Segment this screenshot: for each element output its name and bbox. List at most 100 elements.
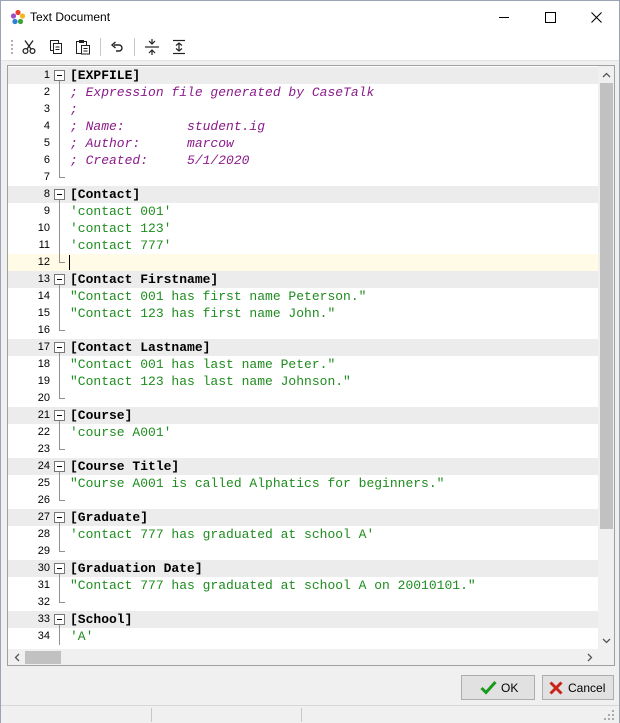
line-number: 9 — [43, 205, 50, 217]
line-number: 21 — [37, 409, 50, 421]
vertical-scrollbar[interactable] — [598, 66, 614, 649]
code-line[interactable]: 9 'contact 001' — [8, 203, 598, 220]
line-text: ; — [70, 102, 78, 117]
code-line[interactable]: 10 'contact 123' — [8, 220, 598, 237]
code-line[interactable]: 15 "Contact 123 has first name John." — [8, 305, 598, 322]
fold-toggle-icon[interactable] — [54, 274, 65, 285]
code-line[interactable]: 6 ; Created: 5/1/2020 — [8, 152, 598, 169]
maximize-button[interactable] — [527, 1, 573, 33]
line-text: [Course Title] — [70, 459, 180, 474]
fold-guide — [59, 424, 60, 441]
code-line[interactable]: 7 — [8, 169, 598, 186]
section-header-line[interactable]: 17 [Contact Lastname] — [8, 339, 598, 356]
collapse-all-button[interactable] — [141, 37, 163, 57]
scroll-up-button[interactable] — [598, 66, 614, 83]
scroll-down-button[interactable] — [598, 632, 614, 649]
line-text: "Contact 001 has last name Peter." — [70, 357, 336, 372]
section-header-line[interactable]: 13 [Contact Firstname] — [8, 271, 598, 288]
scroll-left-button[interactable] — [8, 649, 25, 665]
close-window-button[interactable] — [573, 1, 619, 33]
minimize-icon — [499, 17, 509, 18]
code-line[interactable]: 5 ; Author: marcow — [8, 135, 598, 152]
code-line[interactable]: 20 — [8, 390, 598, 407]
line-text: "Contact 777 has graduated at school A o… — [70, 578, 476, 593]
code-line[interactable]: 14 "Contact 001 has first name Peterson." — [8, 288, 598, 305]
fold-end-marker — [59, 330, 65, 331]
line-number: 29 — [37, 545, 50, 557]
line-text: "Contact 123 has first name John." — [70, 306, 336, 321]
line-text: [Contact] — [70, 187, 141, 202]
code-line[interactable]: 3; — [8, 101, 598, 118]
cut-button[interactable] — [18, 37, 40, 57]
cancel-x-icon — [549, 680, 563, 695]
fold-end-marker — [59, 449, 65, 450]
text-editor[interactable]: 1 [EXPFILE] 2 ; Expression file generated b… — [7, 65, 615, 666]
section-header-line[interactable]: 1 [EXPFILE] — [8, 67, 598, 84]
code-line[interactable]: 23 — [8, 441, 598, 458]
code-line[interactable]: 28 'contact 777 has graduated at school A… — [8, 526, 598, 543]
fold-toggle-icon[interactable] — [54, 563, 65, 574]
code-line[interactable]: 29 — [8, 543, 598, 560]
expand-all-button[interactable] — [168, 37, 190, 57]
vertical-scroll-thumb[interactable] — [600, 83, 613, 529]
fold-toggle-icon[interactable] — [54, 614, 65, 625]
code-line[interactable]: 16 — [8, 322, 598, 339]
section-header-line[interactable]: 30 [Graduation Date] — [8, 560, 598, 577]
line-text: [School] — [70, 612, 133, 627]
section-header-line[interactable]: 8 [Contact] — [8, 186, 598, 203]
code-line[interactable]: 11 'contact 777' — [8, 237, 598, 254]
line-number: 10 — [37, 222, 50, 234]
line-text: 'contact 777 has graduated at school A' — [70, 527, 375, 542]
ok-button-label: OK — [501, 680, 519, 695]
fold-guide — [59, 288, 60, 305]
expand-all-icon — [173, 39, 185, 55]
scroll-right-button[interactable] — [581, 649, 598, 665]
fold-toggle-icon[interactable] — [54, 189, 65, 200]
line-number: 18 — [37, 358, 50, 370]
undo-button[interactable] — [106, 37, 128, 57]
horizontal-scrollbar[interactable] — [8, 649, 598, 665]
minimize-button[interactable] — [481, 1, 527, 33]
code-line[interactable]: 26 — [8, 492, 598, 509]
fold-toggle-icon[interactable] — [54, 461, 65, 472]
code-line[interactable]: 2 ; Expression file generated by CaseTalk — [8, 84, 598, 101]
cancel-button[interactable]: Cancel — [542, 675, 614, 700]
title-bar[interactable]: Text Document — [1, 1, 619, 33]
section-header-line[interactable]: 21 [Course] — [8, 407, 598, 424]
maximize-icon — [544, 11, 556, 23]
fold-guide — [59, 152, 60, 169]
line-number: 13 — [37, 273, 50, 285]
code-line[interactable]: 31 "Contact 777 has graduated at school A… — [8, 577, 598, 594]
code-line[interactable]: 4 ; Name: student.ig — [8, 118, 598, 135]
fold-end-marker — [59, 602, 65, 603]
code-line[interactable]: 12 — [8, 254, 598, 271]
code-line[interactable]: 25 "Course A001 is called Alphatics for b… — [8, 475, 598, 492]
ok-button[interactable]: OK — [461, 675, 535, 700]
code-line[interactable]: 22 'course A001' — [8, 424, 598, 441]
text-caret — [69, 255, 70, 270]
chevron-down-icon — [602, 638, 611, 643]
code-line[interactable]: 19 "Contact 123 has last name Johnson." — [8, 373, 598, 390]
code-line[interactable]: 32 — [8, 594, 598, 611]
line-number: 14 — [37, 290, 50, 302]
line-text: ; Author: marcow — [70, 136, 234, 151]
copy-button[interactable] — [45, 37, 67, 57]
code-line[interactable]: 34 'A' — [8, 628, 598, 645]
line-number: 19 — [37, 375, 50, 387]
section-header-line[interactable]: 33 [School] — [8, 611, 598, 628]
line-number: 33 — [37, 613, 50, 625]
line-number: 20 — [37, 392, 50, 404]
toolbar-grip-icon[interactable] — [10, 39, 14, 56]
fold-toggle-icon[interactable] — [54, 410, 65, 421]
section-header-line[interactable]: 24 [Course Title] — [8, 458, 598, 475]
horizontal-scroll-thumb[interactable] — [25, 651, 61, 664]
line-number: 3 — [43, 103, 50, 115]
section-header-line[interactable]: 27 [Graduate] — [8, 509, 598, 526]
resize-grip-icon[interactable] — [604, 710, 615, 721]
line-text: [Contact Lastname] — [70, 340, 211, 355]
paste-button[interactable] — [72, 37, 94, 57]
fold-toggle-icon[interactable] — [54, 342, 65, 353]
fold-toggle-icon[interactable] — [54, 70, 65, 81]
code-line[interactable]: 18 "Contact 001 has last name Peter." — [8, 356, 598, 373]
fold-toggle-icon[interactable] — [54, 512, 65, 523]
